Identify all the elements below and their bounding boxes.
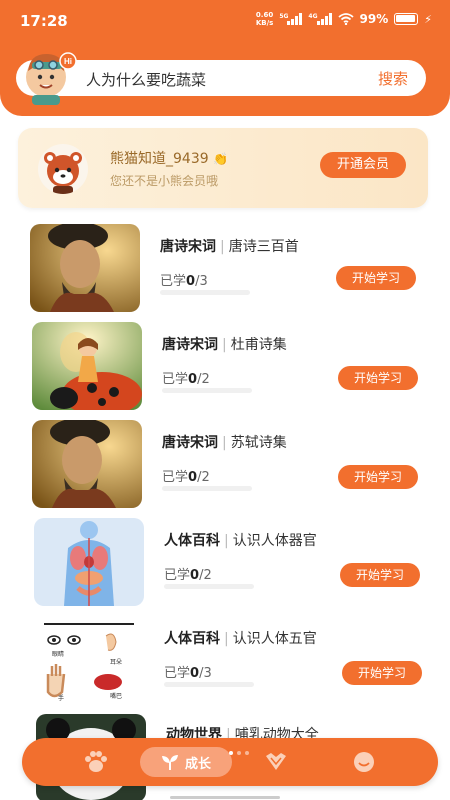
course-title: 唐诗宋词 | 杜甫诗集	[162, 337, 287, 353]
five-senses-image: 眼睛 耳朵 手 嘴巴	[34, 616, 144, 704]
boy-mascot-icon: Hi	[26, 52, 77, 105]
battery-icon	[394, 13, 419, 25]
start-learning-button[interactable]: 开始学习	[338, 366, 418, 390]
smile-icon	[354, 752, 374, 772]
course-thumbnail	[30, 224, 140, 312]
course-thumbnail	[32, 322, 142, 410]
status-icons: 0.60 KB/s 5G 4G 99% ⚡	[256, 11, 432, 27]
svg-text:嘴巴: 嘴巴	[110, 692, 122, 700]
tab-heart[interactable]	[256, 738, 296, 786]
signal-5g-icon: 5G	[279, 13, 303, 25]
course-title: 人体百科 | 认识人体器官	[164, 533, 317, 549]
svg-text:Hi: Hi	[64, 57, 72, 66]
svg-text:手: 手	[58, 694, 64, 702]
member-subtitle: 您还不是小熊会员哦	[110, 174, 219, 188]
page-indicator	[229, 751, 249, 755]
progress-label: 已学0/2	[162, 470, 210, 485]
clap-icon: 👏	[213, 152, 229, 166]
course-thumbnail	[34, 518, 144, 606]
open-membership-button[interactable]: 开通会员	[320, 152, 406, 178]
tab-growth[interactable]: 成长	[140, 747, 232, 777]
ancient-poet-image	[32, 420, 142, 508]
svg-text:耳朵: 耳朵	[110, 659, 122, 666]
wifi-icon	[337, 13, 354, 25]
svg-text:眼睛: 眼睛	[52, 650, 64, 658]
course-item[interactable]: 眼睛 耳朵 手 嘴巴 人体百科 | 认识人体五官 已学0/3 开始学习	[0, 616, 450, 708]
progress-bar	[164, 584, 254, 589]
ancient-poet-image	[30, 224, 140, 312]
progress-bar	[160, 290, 250, 295]
net-speed: 0.60 KB/s	[255, 11, 274, 27]
status-bar: 17:28 0.60 KB/s 5G 4G 99% ⚡	[0, 0, 450, 40]
course-item[interactable]: 唐诗宋词 | 唐诗三百首 已学0/3 开始学习	[0, 224, 450, 316]
search-input[interactable]: 人为什么要吃蔬菜	[86, 69, 206, 90]
fairy-on-ladybug-image	[32, 322, 142, 410]
start-learning-button[interactable]: 开始学习	[338, 465, 418, 489]
course-thumbnail: 眼睛 耳朵 手 嘴巴	[34, 616, 144, 704]
progress-label: 已学0/2	[164, 568, 212, 583]
start-learning-button[interactable]: 开始学习	[336, 266, 416, 290]
red-panda-avatar	[38, 144, 88, 194]
progress-bar	[162, 486, 252, 491]
start-learning-button[interactable]: 开始学习	[340, 563, 420, 587]
progress-bar	[162, 388, 252, 393]
human-organs-image	[34, 518, 144, 606]
tab-profile[interactable]	[344, 738, 384, 786]
progress-bar	[164, 682, 254, 687]
signal-4g-icon: 4G	[308, 13, 332, 25]
status-time: 17:28	[20, 12, 68, 30]
course-title: 人体百科 | 认识人体五官	[164, 631, 317, 647]
course-item[interactable]: 人体百科 | 认识人体器官 已学0/2 开始学习	[0, 518, 450, 610]
course-title: 唐诗宋词 | 唐诗三百首	[160, 239, 299, 255]
heart-diamond-icon	[266, 753, 286, 770]
home-indicator	[170, 796, 280, 799]
battery-percent: 99%	[359, 12, 389, 26]
course-title: 唐诗宋词 | 苏轼诗集	[162, 435, 287, 451]
bottom-tab-bar: 成长	[22, 738, 438, 786]
paw-icon	[85, 751, 107, 772]
sprout-icon	[161, 755, 178, 770]
progress-label: 已学0/3	[160, 274, 208, 289]
search-button[interactable]: 搜索	[378, 68, 408, 89]
tab-paw[interactable]	[76, 738, 116, 786]
start-learning-button[interactable]: 开始学习	[342, 661, 422, 685]
tab-growth-label: 成长	[184, 756, 211, 772]
member-card: 熊猫知道_9439 👏 您还不是小熊会员哦 开通会员	[18, 128, 428, 208]
progress-label: 已学0/2	[162, 372, 210, 387]
progress-label: 已学0/3	[164, 666, 212, 681]
course-thumbnail	[32, 420, 142, 508]
course-item[interactable]: 唐诗宋词 | 苏轼诗集 已学0/2 开始学习	[0, 420, 450, 512]
charging-icon: ⚡	[424, 12, 432, 26]
member-username: 熊猫知道_9439 👏	[110, 151, 229, 167]
header: 17:28 0.60 KB/s 5G 4G 99% ⚡ 人为什么要吃蔬菜 搜索 …	[0, 0, 450, 116]
red-panda-icon	[44, 152, 82, 194]
course-item[interactable]: 唐诗宋词 | 杜甫诗集 已学0/2 开始学习	[0, 322, 450, 414]
